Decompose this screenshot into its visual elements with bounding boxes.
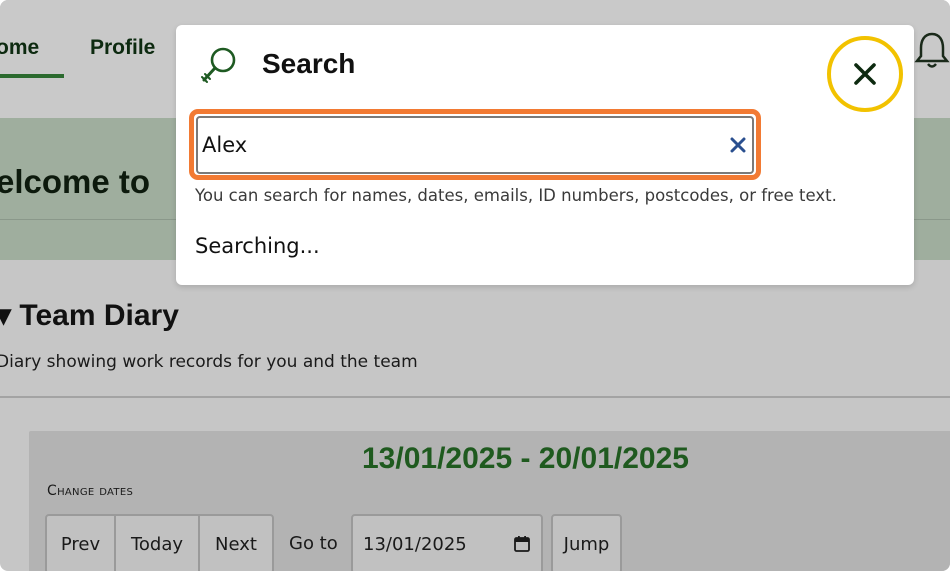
team-diary-description: Diary showing work records for you and t…: [0, 352, 418, 372]
clear-x-icon: [730, 137, 746, 153]
search-dialog-title: Search: [262, 48, 356, 79]
nav-home-link[interactable]: ome: [0, 36, 39, 60]
diary-date-range: 13/01/2025 - 20/01/2025: [362, 442, 689, 475]
next-button[interactable]: Next: [198, 514, 274, 571]
close-button[interactable]: [840, 49, 890, 99]
today-button[interactable]: Today: [114, 514, 200, 571]
calendar-icon[interactable]: [513, 535, 531, 553]
team-diary-heading[interactable]: ▾ Team Diary: [0, 298, 179, 333]
section-divider: [0, 396, 950, 398]
welcome-heading: elcome to: [0, 163, 151, 200]
clear-search-button[interactable]: [724, 131, 752, 159]
go-to-label: Go to: [289, 533, 338, 554]
search-status: Searching...: [195, 234, 320, 258]
bell-icon[interactable]: [914, 30, 950, 70]
change-dates-label: Change dates: [47, 483, 134, 499]
nav-profile-link[interactable]: Profile: [90, 36, 155, 60]
nav-active-indicator: [0, 74, 64, 78]
magnifier-icon: [201, 47, 236, 83]
app-frame: ome Profile elcome to ▾ Team Diary Diary…: [0, 0, 950, 571]
close-icon: [854, 63, 876, 85]
search-input[interactable]: [196, 116, 754, 174]
prev-button[interactable]: Prev: [45, 514, 116, 571]
jump-button[interactable]: Jump: [551, 514, 622, 571]
search-hint: You can search for names, dates, emails,…: [195, 186, 837, 205]
